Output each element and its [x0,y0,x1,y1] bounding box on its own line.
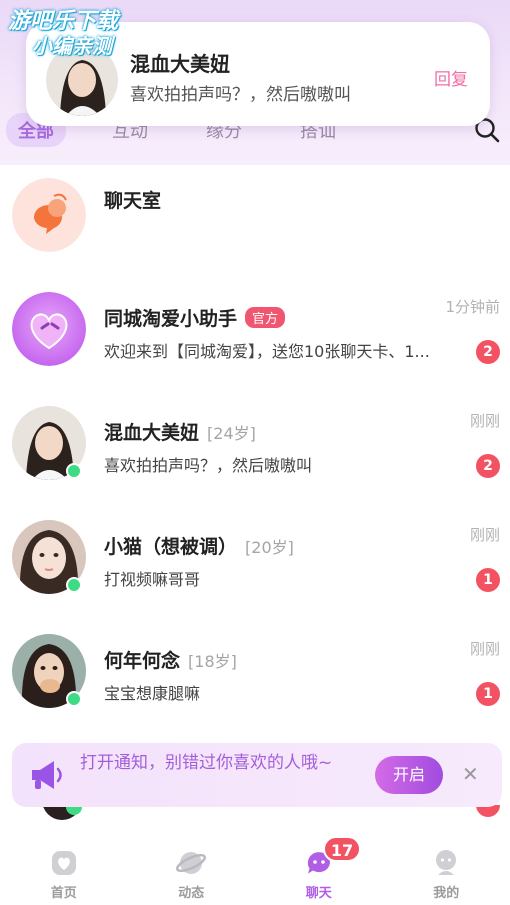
reply-button[interactable]: 回复 [434,65,468,90]
enable-notifications-button[interactable]: 开启 [375,756,443,794]
online-indicator [66,691,82,707]
message-time: 刚刚 [469,526,500,544]
list-item-conversation[interactable]: 混血大美妞 [24岁] 喜欢拍拍声吗？，然后嗷嗷叫 刚刚 2 [0,388,510,502]
online-indicator [66,463,82,479]
enable-notifications-prompt: 打开通知，别错过你喜欢的人哦~ 开启 ✕ [12,743,502,807]
watermark: 游吧乐下载 小编亲测 [8,9,119,59]
nav-home[interactable]: 首页 [0,840,128,905]
age-label: [24岁] [207,423,256,443]
message-time: 刚刚 [469,412,500,430]
close-icon[interactable]: ✕ [462,763,479,785]
notify-text: 打开通知，别错过你喜欢的人哦~ [80,753,333,773]
message-time: 1分钟前 [445,298,500,316]
unread-badge: 1 [476,682,500,706]
unread-badge: 2 [476,454,500,478]
watermark-line1: 游吧乐下载 [8,9,119,34]
last-message: 打视频嘛哥哥 [104,570,201,589]
age-label: [20岁] [245,537,294,557]
official-badge: 官方 [245,307,286,328]
unread-badge: 2 [476,340,500,364]
planet-icon [176,852,207,874]
last-message: 喜欢拍拍声吗？，然后嗷嗷叫 [104,456,313,475]
home-icon [51,851,76,875]
nav-label: 聊天 [305,886,332,901]
megaphone-icon [32,761,62,789]
nav-label: 动态 [178,886,205,901]
conversation-name: 同城淘爱小助手 官方 [104,304,286,331]
nav-moments[interactable]: 动态 [128,840,256,905]
age-label: [18岁] [188,651,237,671]
watermark-line2: 小编亲测 [32,34,112,58]
last-message: 宝宝想康腿嘛 [104,684,201,703]
nav-chat[interactable]: 17 聊天 [255,836,383,905]
conversation-name: 小猫（想被调） [20岁] [104,532,294,559]
heart-mailbox-icon [12,292,86,366]
chatroom-icon [12,178,86,252]
conversation-name: 聊天室 [104,190,162,212]
list-item-conversation[interactable]: 何年何念 [18岁] 宝宝想康腿嘛 刚刚 1 [0,616,510,730]
banner-sender-name: 混血大美妞 [130,52,230,76]
list-item-assistant[interactable]: 同城淘爱小助手 官方 欢迎来到【同城淘爱】，送您10张聊天卡、1... 1分钟前… [0,274,510,388]
profile-icon [436,850,457,875]
conversation-name: 混血大美妞 [24岁] [104,418,256,445]
last-message: 欢迎来到【同城淘爱】，送您10张聊天卡、1... [104,342,430,361]
nav-label: 首页 [50,886,77,901]
chat-unread-count: 17 [323,836,361,862]
message-time: 刚刚 [469,640,500,658]
list-item-chatroom[interactable]: 聊天室 [0,160,510,274]
nav-label: 我的 [433,886,460,901]
bottom-nav: 首页 动态 17 聊天 我的 [0,836,510,905]
conversation-list: 聊天室 同城淘爱小助手 官方 欢迎来到【同城淘爱】，送您10张聊天卡、1... [0,160,510,730]
conversation-name: 何年何念 [18岁] [104,646,237,673]
banner-message: 喜欢拍拍声吗？，然后嗷嗷叫 [130,85,351,105]
nav-profile[interactable]: 我的 [383,840,510,905]
unread-badge: 1 [476,568,500,592]
online-indicator [66,577,82,593]
list-item-conversation[interactable]: 小猫（想被调） [20岁] 打视频嘛哥哥 刚刚 1 [0,502,510,616]
